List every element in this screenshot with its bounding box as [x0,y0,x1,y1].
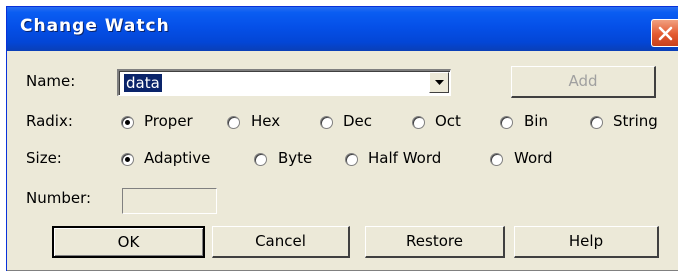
restore-button[interactable]: Restore [365,226,505,258]
ok-button[interactable]: OK [52,226,205,258]
name-label: Name: [26,72,76,90]
radix-string-label[interactable]: String [613,112,658,130]
chevron-down-icon [435,80,444,85]
radix-dec-radio[interactable] [320,116,333,129]
close-button[interactable] [651,19,678,47]
size-word-label[interactable]: Word [514,149,553,167]
title-bar[interactable]: Change Watch [7,7,678,51]
radix-bin-label[interactable]: Bin [524,112,548,130]
radix-proper-label[interactable]: Proper [144,112,193,130]
number-label: Number: [26,189,92,207]
size-byte-radio[interactable] [254,153,267,166]
radix-proper-radio[interactable] [121,116,134,129]
name-combobox[interactable]: data [117,69,451,96]
change-watch-dialog: Change Watch Name: data Add Radix: Prope… [6,6,678,271]
number-field [122,188,217,214]
window-title: Change Watch [20,16,170,36]
help-button[interactable]: Help [514,226,659,258]
add-button[interactable]: Add [511,66,656,98]
cancel-button[interactable]: Cancel [212,226,350,258]
radix-dec-label[interactable]: Dec [343,112,372,130]
radix-string-radio[interactable] [590,116,603,129]
radix-label: Radix: [26,112,73,130]
size-halfword-label[interactable]: Half Word [368,149,441,167]
radix-hex-label[interactable]: Hex [251,112,280,130]
size-label: Size: [26,149,62,167]
name-dropdown-button[interactable] [429,72,449,93]
close-icon [658,26,673,41]
size-word-radio[interactable] [490,153,503,166]
size-adaptive-radio[interactable] [121,153,134,166]
radix-hex-radio[interactable] [227,116,240,129]
radix-bin-radio[interactable] [500,116,513,129]
size-halfword-radio[interactable] [345,153,358,166]
radix-oct-label[interactable]: Oct [435,112,461,130]
radix-oct-radio[interactable] [412,116,425,129]
name-input-value[interactable]: data [124,74,162,92]
size-adaptive-label[interactable]: Adaptive [144,149,210,167]
size-byte-label[interactable]: Byte [278,149,312,167]
